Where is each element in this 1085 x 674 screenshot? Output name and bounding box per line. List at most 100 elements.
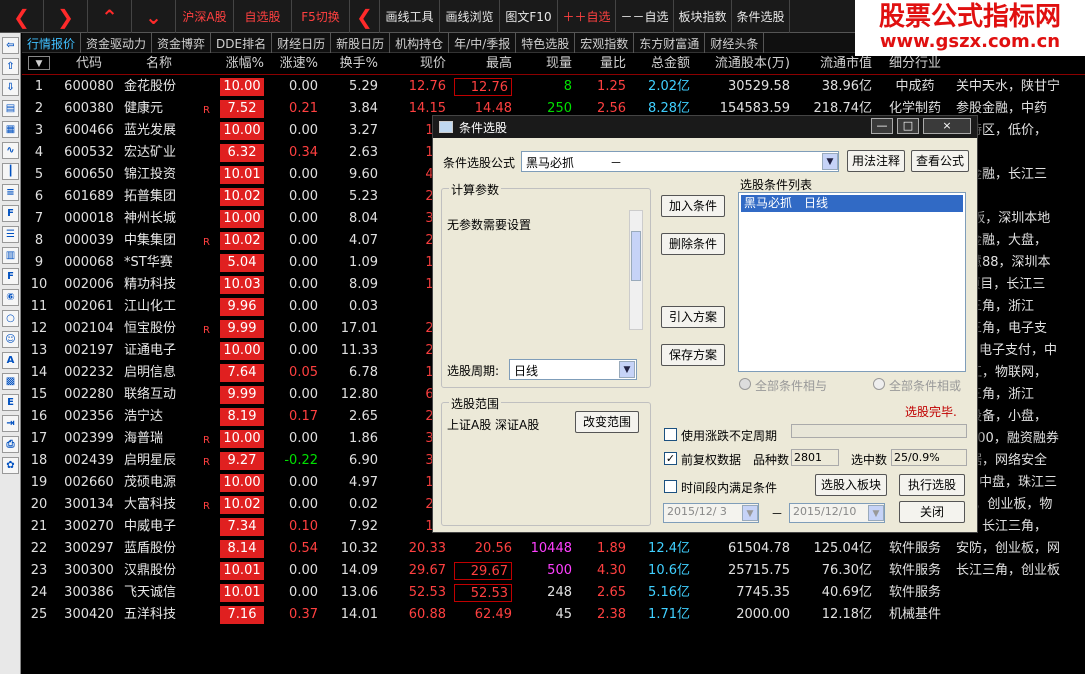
close-button[interactable]: 关闭 [899,501,965,523]
header-14[interactable] [956,53,1085,75]
f12-icon[interactable]: F [2,268,19,285]
import-scheme-button[interactable]: 引入方案 [661,306,725,328]
header-3[interactable]: 涨幅% [212,53,264,75]
header-9[interactable]: 量比 [576,53,626,75]
etf-icon[interactable]: E [2,394,19,411]
table-row[interactable]: 25 300420 五洋科技 7.16 0.37 14.01 60.88 62.49 45 2.3… [22,604,1085,626]
tab-9[interactable]: 宏观指数 [575,33,635,53]
date-from-chevron-icon[interactable]: ▼ [742,505,758,521]
condition-list[interactable]: 黑马必抓 日线 [738,192,966,372]
settings-icon[interactable]: ✿ [2,457,19,474]
formula-select[interactable]: 黑马必抓 － [521,151,839,172]
tab-3[interactable]: DDE排名 [211,33,273,53]
add-favorite-button[interactable]: ＋＋自选 [558,0,616,33]
up-arrow-icon[interactable]: ⌃ [88,0,132,33]
person-icon[interactable]: ☺ [2,331,19,348]
tab-1[interactable]: 资金驱动力 [81,33,153,53]
back-arrow-icon[interactable]: ❮ [0,0,44,33]
circle-icon[interactable]: ○ [2,310,19,327]
scroll-thumb[interactable] [631,231,641,281]
cell-price: 20.33 [408,541,446,556]
add-condition-button[interactable]: 加入条件 [661,195,725,217]
tab-4[interactable]: 财经日历 [272,33,332,53]
table-row[interactable]: 22 300297 蓝盾股份 8.14 0.54 10.32 20.33 20.56 10448… [22,538,1085,560]
cell-name: 精功科技 [124,277,177,292]
table-row[interactable]: 1 600080 金花股份 10.00 0.00 5.29 12.76 12.76 8 1.25 2… [22,76,1085,98]
header-4[interactable]: 涨速% [268,53,318,75]
tab-2[interactable]: 资金博弈 [152,33,212,53]
table-row[interactable]: 24 300386 飞天诚信 10.01 0.00 13.06 52.53 52.53 248 2… [22,582,1085,604]
radio-and[interactable] [739,378,751,390]
period-chevron-icon[interactable]: ▼ [619,361,635,378]
date-to-chevron-icon[interactable]: ▼ [868,505,884,521]
header-1[interactable]: 代码 [60,53,118,75]
restore-checkbox[interactable]: ✓ [664,452,677,465]
candle-icon[interactable]: ┃ [2,163,19,180]
time-range-checkbox[interactable] [664,480,677,493]
tab-0[interactable]: 行情报价 [22,33,82,53]
tab-7[interactable]: 年/中/季报 [449,33,517,53]
tab-6[interactable]: 机构持仓 [390,33,450,53]
f10-button[interactable]: 图文F10 [500,0,558,33]
up-arrow-icon[interactable]: ⇧ [2,58,19,75]
f6-icon[interactable]: ⑥ [2,289,19,306]
params-scrollbar[interactable] [629,210,643,330]
header-10[interactable]: 总金额 [630,53,690,75]
text-icon[interactable]: ≡ [2,184,19,201]
header-2[interactable]: 名称 [124,53,194,75]
change-range-button[interactable]: 改变范围 [575,411,639,433]
collapse-arrow-icon[interactable]: ❮ [350,0,380,33]
header-13[interactable]: 细分行业 [880,53,950,75]
a-icon[interactable]: A [2,352,19,369]
tab-5[interactable]: 新股日历 [331,33,391,53]
radio-or[interactable] [873,378,885,390]
add-to-block-button[interactable]: 选股入板块 [815,474,887,496]
drawing-tools-button[interactable]: 画线工具 [380,0,440,33]
tab-11[interactable]: 财经头条 [705,33,765,53]
down-arrow-icon[interactable]: ⇩ [2,79,19,96]
remove-favorite-button[interactable]: －－自选 [616,0,674,33]
table-row[interactable]: 23 300300 汉鼎股份 10.01 0.00 14.09 29.67 29.67 500 4… [22,560,1085,582]
favorites-button[interactable]: 自选股 [234,0,292,33]
condition-select-button[interactable]: 条件选股 [732,0,790,33]
header-7[interactable]: 最高 [452,53,512,75]
list-icon[interactable]: ☰ [2,226,19,243]
view-formula-button[interactable]: 查看公式 [911,150,969,172]
left-arrow-icon[interactable]: ⇦ [2,37,19,54]
table-icon[interactable]: ▦ [2,121,19,138]
drawing-browse-button[interactable]: 画线浏览 [440,0,500,33]
sort-dropdown-icon[interactable]: ▼ [28,56,50,70]
save-scheme-button[interactable]: 保存方案 [661,344,725,366]
printer-icon[interactable]: ⎙ [2,436,19,453]
tab-8[interactable]: 特色选股 [516,33,576,53]
header-12[interactable]: 流通市值 [794,53,872,75]
book-icon[interactable]: ▥ [2,247,19,264]
hs-a-share-button[interactable]: 沪深A股 [176,0,234,33]
usage-notes-button[interactable]: 用法注释 [847,150,905,172]
down-arrow-icon[interactable]: ⌄ [132,0,176,33]
delete-condition-button[interactable]: 删除条件 [661,233,725,255]
import-icon[interactable]: ⇥ [2,415,19,432]
cell-speed: 0.17 [289,409,318,424]
f10-icon[interactable]: F [2,205,19,222]
forward-arrow-icon[interactable]: ❯ [44,0,88,33]
header-8[interactable]: 现量 [516,53,572,75]
period-select[interactable]: 日线 [509,359,637,380]
execute-select-button[interactable]: 执行选股 [899,474,965,496]
sector-index-button[interactable]: 板块指数 [674,0,732,33]
close-icon[interactable]: × [923,118,971,134]
header-5[interactable]: 换手% [322,53,378,75]
condition-list-item[interactable]: 黑马必抓 日线 [741,195,963,212]
limit-period-checkbox[interactable] [664,428,677,441]
header-6[interactable]: 现价 [382,53,446,75]
chevron-down-icon[interactable]: ▼ [822,153,838,170]
grid-icon[interactable]: ▩ [2,373,19,390]
minimize-icon[interactable]: — [871,118,893,134]
report-icon[interactable]: ▤ [2,100,19,117]
f5-switch-button[interactable]: F5切换 [292,0,350,33]
line-chart-icon[interactable]: ∿ [2,142,19,159]
header-11[interactable]: 流通股本(万) [694,53,790,75]
maximize-icon[interactable]: □ [897,118,919,134]
tab-10[interactable]: 东方财富通 [634,33,706,53]
cell-code: 002197 [64,343,114,358]
